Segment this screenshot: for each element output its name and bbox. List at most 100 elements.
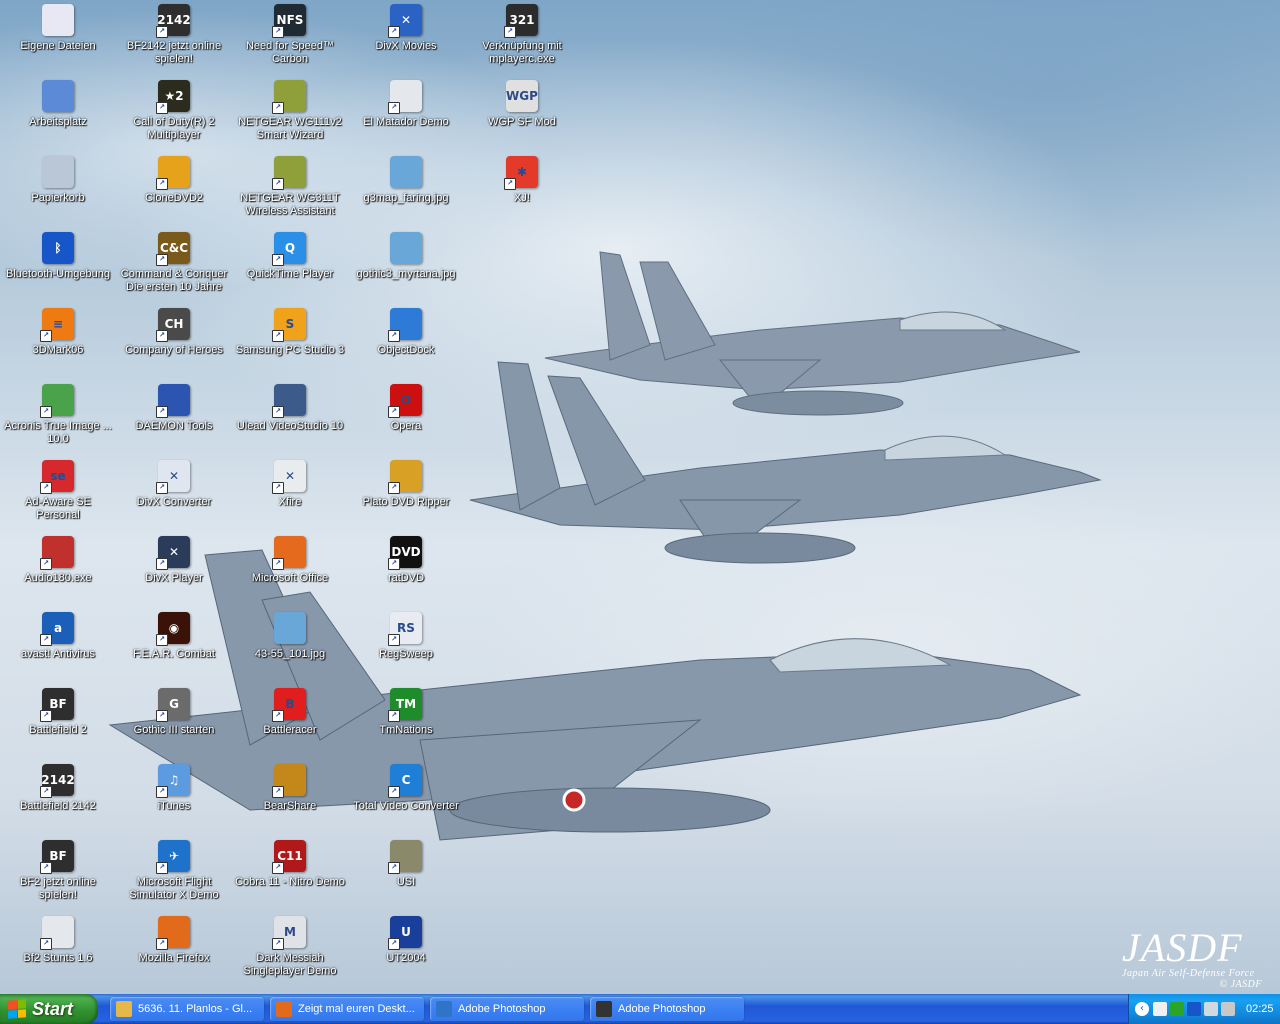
desktop-icon[interactable]: ✕ ↗ Xfire xyxy=(232,458,348,509)
desktop-icon[interactable]: RS ↗ RegSweep xyxy=(348,610,464,661)
objectdock-icon: ↗ xyxy=(388,308,422,342)
desktop-icon[interactable]: BF ↗ BF2 jetzt online spielen! xyxy=(0,838,116,902)
desktop-icon[interactable]: ↗ Microsoft Office xyxy=(232,534,348,585)
desktop-icon[interactable]: 321 ↗ Verknüpfung mit mplayerc.exe xyxy=(464,2,580,66)
desktop-icon[interactable]: ★2 ↗ Call of Duty(R) 2 Multiplayer xyxy=(116,78,232,142)
shortcut-arrow-icon: ↗ xyxy=(388,710,400,722)
icon-glyph-text: ★2 xyxy=(164,89,184,103)
shortcut-arrow-icon: ↗ xyxy=(40,330,52,342)
desktop-icon[interactable]: C ↗ Total Video Converter xyxy=(348,762,464,813)
icon-glyph-text: ✈ xyxy=(168,849,180,863)
shortcut-arrow-icon: ↗ xyxy=(272,786,284,798)
bluetooth-tray-icon[interactable] xyxy=(1187,1002,1201,1016)
desktop-icon[interactable]: gothic3_myrtana.jpg xyxy=(348,230,464,281)
network-icon[interactable] xyxy=(1153,1002,1167,1016)
opera-icon: O ↗ xyxy=(388,384,422,418)
desktop-icon-label: Acronis True Image ... 10.0 xyxy=(4,420,112,445)
desktop-icon[interactable]: WGP WGP SF Mod xyxy=(464,78,580,129)
desktop-icon[interactable]: ↗ Bf2 Stunts 1.6 xyxy=(0,914,116,965)
taskbar-button[interactable]: 5636. 11. Planlos - Gl... xyxy=(110,997,264,1021)
shortcut-arrow-icon: ↗ xyxy=(388,862,400,874)
desktop-icon[interactable]: ◉ ↗ F.E.A.R. Combat xyxy=(116,610,232,661)
bf2-stunts-icon: ↗ xyxy=(40,916,74,950)
desktop-icon[interactable]: M ↗ Dark Messiah Singleplayer Demo xyxy=(232,914,348,978)
xfire-icon: ✕ ↗ xyxy=(272,460,306,494)
clover-icon[interactable] xyxy=(1170,1002,1184,1016)
desktop-icon[interactable]: ↗ El Matador Demo xyxy=(348,78,464,129)
desktop-icon-label: Dark Messiah Singleplayer Demo xyxy=(243,952,337,977)
desktop-icon-label: Battlefield 2142 xyxy=(20,800,96,812)
security-icon[interactable] xyxy=(1221,1002,1235,1016)
desktop-icon-label: Ad-Aware SE Personal xyxy=(25,496,91,521)
samsung-pc-studio-icon: S ↗ xyxy=(272,308,306,342)
desktop-icon-label: WGP SF Mod xyxy=(488,116,556,128)
system-tray: ‹ 02:25 xyxy=(1128,994,1280,1024)
taskbar-button[interactable]: Adobe Photoshop xyxy=(430,997,584,1021)
desktop-icon[interactable]: ↗ Mozilla Firefox xyxy=(116,914,232,965)
desktop-icon[interactable]: ↗ CloneDVD2 xyxy=(116,154,232,205)
desktop-icon[interactable]: TM ↗ TmNations xyxy=(348,686,464,737)
taskbar-button[interactable]: Adobe Photoshop xyxy=(590,997,744,1021)
desktop-icon[interactable]: Eigene Dateien xyxy=(0,2,116,53)
desktop-icon[interactable]: ↗ Plato DVD Ripper xyxy=(348,458,464,509)
desktop-icon[interactable]: ✕ ↗ DivX Converter xyxy=(116,458,232,509)
desktop-icon[interactable]: se ↗ Ad-Aware SE Personal xyxy=(0,458,116,522)
desktop-icon[interactable]: ↗ USI xyxy=(348,838,464,889)
desktop-icon[interactable]: ♫ ↗ iTunes xyxy=(116,762,232,813)
desktop-icon[interactable]: 2142 ↗ BF2142 jetzt online spielen! xyxy=(116,2,232,66)
desktop-icon[interactable]: ✕ ↗ DivX Movies xyxy=(348,2,464,53)
shortcut-arrow-icon: ↗ xyxy=(40,862,52,874)
taskbar-button[interactable]: Zeigt mal euren Deskt... xyxy=(270,997,424,1021)
desktop-icon[interactable]: ᛒ Bluetooth-Umgebung xyxy=(0,230,116,281)
desktop-icon[interactable]: 2142 ↗ Battlefield 2142 xyxy=(0,762,116,813)
desktop-icon[interactable]: 43-55_101.jpg xyxy=(232,610,348,661)
desktop-icon[interactable]: ↗ ObjectDock xyxy=(348,306,464,357)
show-hidden-icons-icon[interactable]: ‹ xyxy=(1135,1002,1149,1016)
clock[interactable]: 02:25 xyxy=(1246,1003,1274,1015)
desktop-icon-label: Battlefield 2 xyxy=(29,724,87,736)
desktop-icon-label: BF2 jetzt online spielen! xyxy=(20,876,96,901)
shortcut-arrow-icon: ↗ xyxy=(40,558,52,570)
desktop-icon[interactable]: ↗ NETGEAR WG311T Wireless Assistant xyxy=(232,154,348,218)
desktop-icon[interactable]: ↗ DAEMON Tools xyxy=(116,382,232,433)
desktop-icon-label: Bf2 Stunts 1.6 xyxy=(23,952,93,964)
icon-glyph-text: 321 xyxy=(509,13,535,27)
desktop-icon[interactable]: ↗ NETGEAR WG111v2 Smart Wizard xyxy=(232,78,348,142)
desktop-icon[interactable]: ↗ Acronis True Image ... 10.0 xyxy=(0,382,116,446)
desktop-icon[interactable]: a ↗ avast! Antivirus xyxy=(0,610,116,661)
desktop-icon[interactable]: DVD ↗ ratDVD xyxy=(348,534,464,585)
desktop-icon-label: USI xyxy=(396,876,416,888)
image-file-icon xyxy=(390,156,422,188)
desktop-icon[interactable]: g3map_faring.jpg xyxy=(348,154,464,205)
desktop-icon[interactable]: ✈ ↗ Microsoft Flight Simulator X Demo xyxy=(116,838,232,902)
desktop-icon[interactable]: ✕ ↗ DivX Player xyxy=(116,534,232,585)
desktop-icon[interactable]: B ↗ Battleracer xyxy=(232,686,348,737)
desktop-icon-label: Battleracer xyxy=(263,724,317,736)
icon-glyph-text: U xyxy=(401,925,411,939)
desktop-icon[interactable]: NFS ↗ Need for Speed™ Carbon xyxy=(232,2,348,66)
desktop-icon[interactable]: Q ↗ QuickTime Player xyxy=(232,230,348,281)
desktop-icon[interactable]: ≡ ↗ 3DMark06 xyxy=(0,306,116,357)
desktop-icon-label: BearShare xyxy=(263,800,317,812)
desktop-icon[interactable]: O ↗ Opera xyxy=(348,382,464,433)
desktop-icon[interactable]: BF ↗ Battlefield 2 xyxy=(0,686,116,737)
desktop-icon[interactable]: CH ↗ Company of Heroes xyxy=(116,306,232,357)
divx-converter-icon: ✕ ↗ xyxy=(156,460,190,494)
desktop-icon[interactable]: ↗ Audio180.exe xyxy=(0,534,116,585)
desktop-icon[interactable]: Arbeitsplatz xyxy=(0,78,116,129)
desktop-icon[interactable]: C11 ↗ Cobra 11 - Nitro Demo xyxy=(232,838,348,889)
desktop-icon[interactable]: Papierkorb xyxy=(0,154,116,205)
start-label: Start xyxy=(32,998,74,1019)
pencil-icon xyxy=(116,1001,132,1017)
desktop-icon[interactable]: C&C ↗ Command & Conquer Die ersten 10 Jahr… xyxy=(116,230,232,294)
desktop-icon[interactable]: G ↗ Gothic III starten xyxy=(116,686,232,737)
speaker-icon[interactable] xyxy=(1204,1002,1218,1016)
start-button[interactable]: Start xyxy=(0,994,98,1024)
desktop-icon[interactable]: ↗ BearShare xyxy=(232,762,348,813)
desktop-icon[interactable]: ✱ ↗ XJ! xyxy=(464,154,580,205)
desktop-icon[interactable]: ↗ Ulead VideoStudio 10 xyxy=(232,382,348,433)
ulead-videostudio-icon: ↗ xyxy=(272,384,306,418)
desktop-icon[interactable]: S ↗ Samsung PC Studio 3 xyxy=(232,306,348,357)
desktop-icon[interactable]: U ↗ UT2004 xyxy=(348,914,464,965)
desktop-icon-label: Plato DVD Ripper xyxy=(362,496,450,508)
